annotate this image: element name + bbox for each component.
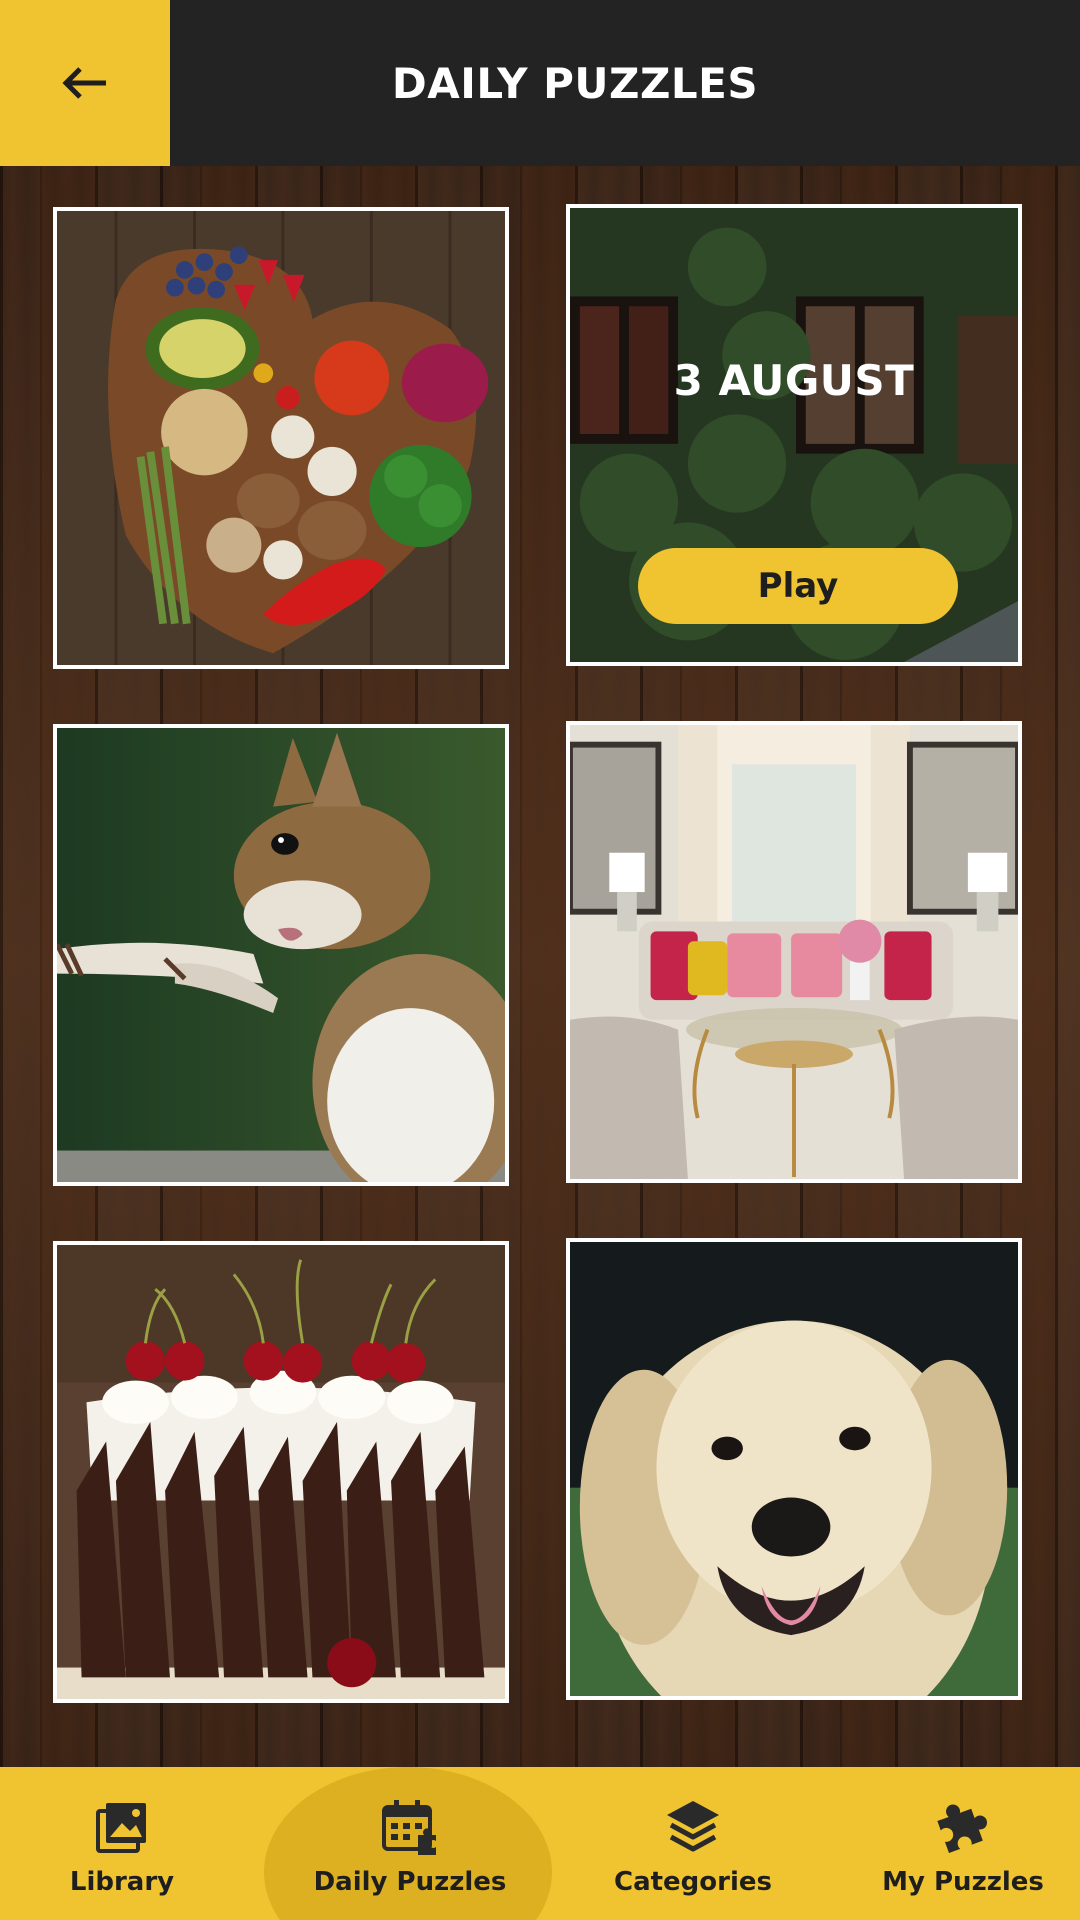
play-button[interactable]: Play <box>638 548 958 624</box>
bottom-nav: Library Daily Puzzles Categories My Puzz… <box>0 1767 1080 1920</box>
food-image <box>57 211 505 665</box>
puzzle-tile-dog[interactable] <box>566 1238 1022 1700</box>
cake-image <box>57 1245 505 1699</box>
nav-item-library[interactable]: Library <box>0 1767 257 1920</box>
puzzle-tile-living-room[interactable] <box>566 721 1022 1183</box>
calendar-puzzle-icon <box>382 1800 436 1855</box>
images-icon <box>96 1803 146 1853</box>
nav-label-library: Library <box>69 1867 175 1897</box>
page-title: DAILY PUZZLES <box>391 58 759 108</box>
puzzle-tile-cake[interactable] <box>53 1241 509 1703</box>
nav-label-my-puzzles: My Puzzles <box>882 1867 1044 1897</box>
app-header: DAILY PUZZLES <box>0 0 1080 166</box>
nav-label-daily-puzzles: Daily Puzzles <box>313 1867 507 1897</box>
layers-icon <box>667 1801 719 1852</box>
puzzle-piece-icon <box>937 1804 988 1853</box>
puzzle-date: 3 AUGUST <box>673 356 915 405</box>
dog-image <box>570 1242 1018 1696</box>
nav-item-daily-puzzles[interactable]: Daily Puzzles <box>275 1767 545 1920</box>
squirrel-image <box>57 728 505 1182</box>
puzzle-tile-food[interactable] <box>53 207 509 669</box>
nav-item-categories[interactable]: Categories <box>558 1767 828 1920</box>
puzzle-tile-squirrel[interactable] <box>53 724 509 1186</box>
living-room-image <box>570 725 1018 1179</box>
daily-puzzle-tile[interactable]: 3 AUGUST Play <box>566 204 1022 666</box>
back-button[interactable] <box>0 0 170 166</box>
nav-item-my-puzzles[interactable]: My Puzzles <box>828 1767 1080 1920</box>
arrow-left-icon <box>62 67 106 99</box>
nav-label-categories: Categories <box>613 1867 772 1897</box>
